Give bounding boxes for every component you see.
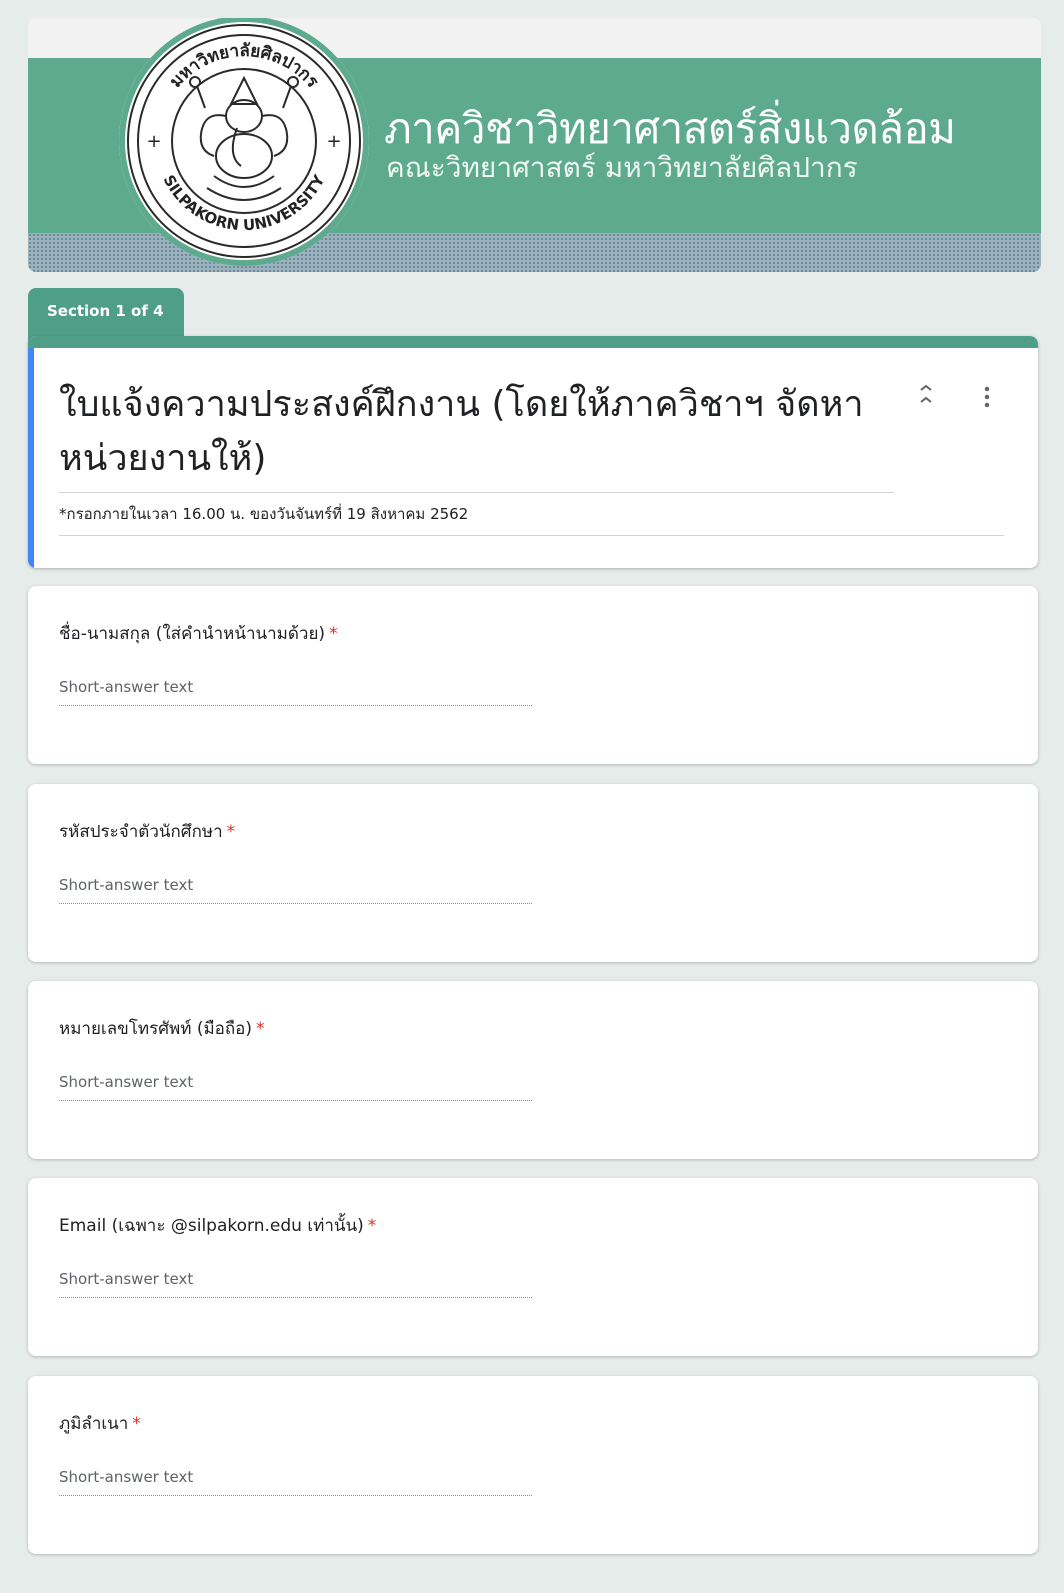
title-card-top-bar (28, 336, 1038, 348)
short-answer-field[interactable]: Short-answer text (59, 1270, 532, 1298)
short-answer-field[interactable]: Short-answer text (59, 1468, 532, 1496)
more-vert-icon[interactable] (980, 386, 994, 408)
question-title: ภูมิลำเนา * (59, 1414, 141, 1434)
collapse-icon[interactable] (916, 384, 936, 408)
active-card-indicator (28, 348, 34, 568)
question-title: หมายเลขโทรศัพท์ (มือถือ) * (59, 1019, 265, 1039)
form-title-card[interactable]: ใบแจ้งความประสงค์ฝึกงาน (โดยให้ภาควิชาฯ … (28, 336, 1038, 568)
question-title: รหัสประจำตัวนักศึกษา * (59, 822, 236, 842)
form-title[interactable]: ใบแจ้งความประสงค์ฝึกงาน (โดยให้ภาควิชาฯ … (59, 378, 894, 493)
required-asterisk: * (226, 822, 236, 842)
faculty-subtitle: คณะวิทยาศาสตร์ มหาวิทยาลัยศิลปากร (386, 151, 858, 184)
question-title: Email (เฉพาะ @silpakorn.edu เท่านั้น) * (59, 1216, 377, 1236)
svg-text:+: + (146, 131, 161, 152)
question-card[interactable]: ภูมิลำเนา * Short-answer text (28, 1376, 1038, 1554)
short-answer-field[interactable]: Short-answer text (59, 678, 532, 706)
question-card[interactable]: หมายเลขโทรศัพท์ (มือถือ) * Short-answer t… (28, 981, 1038, 1159)
required-asterisk: * (132, 1414, 141, 1434)
question-card[interactable]: Email (เฉพาะ @silpakorn.edu เท่านั้น) * S… (28, 1178, 1038, 1356)
required-asterisk: * (256, 1019, 265, 1039)
short-answer-field[interactable]: Short-answer text (59, 876, 532, 904)
university-seal-logo: มหาวิทยาลัยศิลปากร SILPAKORN UNIVERSITY … (119, 18, 369, 266)
short-answer-field[interactable]: Short-answer text (59, 1073, 532, 1101)
svg-text:+: + (326, 131, 341, 152)
form-description[interactable]: *กรอกภายในเวลา 16.00 น. ของวันจันทร์ที่ … (59, 502, 1004, 536)
form-header-banner: มหาวิทยาลัยศิลปากร SILPAKORN UNIVERSITY … (28, 18, 1041, 272)
question-title: ชื่อ-นามสกุล (ใส่คำนำหน้านามด้วย) * (59, 624, 338, 644)
required-asterisk: * (367, 1216, 377, 1236)
question-card[interactable]: ชื่อ-นามสกุล (ใส่คำนำหน้านามด้วย) * Short… (28, 586, 1038, 764)
question-card[interactable]: รหัสประจำตัวนักศึกษา * Short-answer text (28, 784, 1038, 962)
required-asterisk: * (329, 624, 338, 644)
